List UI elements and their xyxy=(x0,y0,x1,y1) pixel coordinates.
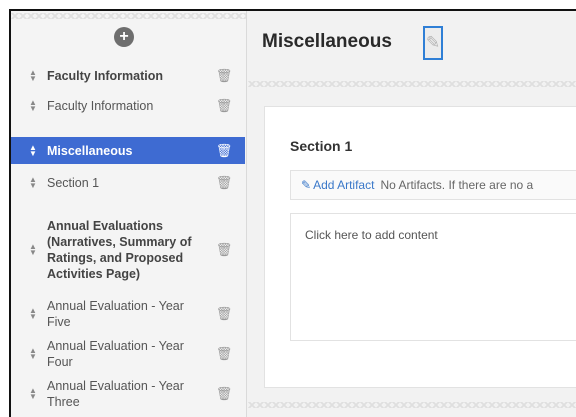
content-editor[interactable]: Click here to add content xyxy=(290,213,576,341)
sort-handle-icon[interactable]: ▲ ▼ xyxy=(23,347,43,361)
sort-handle-icon[interactable]: ▲ ▼ xyxy=(23,143,43,157)
trash-icon[interactable]: 🗑 xyxy=(209,175,239,191)
sort-handle-icon[interactable]: ▲ ▼ xyxy=(23,69,43,83)
sort-handle-icon[interactable]: ▲ ▼ xyxy=(23,387,43,401)
sidebar-item-label: Annual Evaluations (Narratives, Summary … xyxy=(47,219,192,281)
section-title: Section 1 xyxy=(290,138,353,154)
decorative-border xyxy=(11,13,246,19)
decorative-border xyxy=(248,402,576,408)
sidebar-item-annual-evaluation-year-five[interactable]: ▲ ▼ Annual Evaluation - Year Five 🗑 xyxy=(11,296,245,332)
trash-icon[interactable]: 🗑 xyxy=(209,386,239,402)
artifact-bar: ✎ Add Artifact No Artifacts. If there ar… xyxy=(290,170,576,200)
sort-handle-icon[interactable]: ▲ ▼ xyxy=(23,99,43,113)
sidebar-item-label: Faculty Information xyxy=(47,99,154,113)
sort-handle-icon[interactable]: ▲ ▼ xyxy=(23,176,43,190)
sidebar: + ▲ ▼ Faculty Information 🗑 ▲ ▼ Faculty In… xyxy=(11,11,247,417)
trash-icon[interactable]: 🗑 xyxy=(209,98,239,114)
section-card: Section 1 ✎ Add Artifact No Artifacts. I… xyxy=(264,106,576,388)
sort-handle-icon[interactable]: ▲ ▼ xyxy=(23,307,43,321)
app-frame: + ▲ ▼ Faculty Information 🗑 ▲ ▼ Faculty In… xyxy=(9,9,576,417)
sidebar-item-annual-evaluation-year-three[interactable]: ▲ ▼ Annual Evaluation - Year Three 🗑 xyxy=(11,376,245,412)
trash-icon[interactable]: 🗑 xyxy=(209,68,239,84)
sidebar-item-annual-evaluation-year-four[interactable]: ▲ ▼ Annual Evaluation - Year Four 🗑 xyxy=(11,336,245,372)
page-title: Miscellaneous xyxy=(262,31,392,52)
decorative-border xyxy=(248,81,576,87)
sidebar-item-label: Faculty Information xyxy=(47,69,163,83)
trash-icon[interactable]: 🗑 xyxy=(209,242,239,258)
no-artifacts-text: No Artifacts. If there are no a xyxy=(380,178,534,192)
trash-icon[interactable]: 🗑 xyxy=(209,306,239,322)
main-content: Miscellaneous ✎ Section 1 ✎ Add Artifact… xyxy=(248,11,576,417)
trash-icon[interactable]: 🗑 xyxy=(209,143,239,159)
sidebar-item-section-1[interactable]: ▲ ▼ Section 1 🗑 xyxy=(11,171,245,195)
sidebar-item-label: Annual Evaluation - Year Five xyxy=(47,299,184,329)
sidebar-item-faculty-information[interactable]: ▲ ▼ Faculty Information 🗑 xyxy=(11,94,245,118)
plus-circle-icon[interactable]: + xyxy=(114,27,134,47)
sidebar-header: + xyxy=(11,11,246,61)
add-artifact-link[interactable]: Add Artifact xyxy=(313,178,374,192)
sidebar-item-faculty-information-section[interactable]: ▲ ▼ Faculty Information 🗑 xyxy=(11,64,245,88)
sidebar-item-label: Annual Evaluation - Year Three xyxy=(47,379,184,409)
sidebar-item-label: Section 1 xyxy=(47,176,100,190)
sidebar-item-miscellaneous[interactable]: ▲ ▼ Miscellaneous 🗑 xyxy=(11,137,245,164)
trash-icon[interactable]: 🗑 xyxy=(209,346,239,362)
sidebar-item-annual-evaluations-section[interactable]: ▲ ▼ Annual Evaluations (Narratives, Summa… xyxy=(11,210,245,290)
sort-handle-icon[interactable]: ▲ ▼ xyxy=(23,243,43,257)
sidebar-item-label: Annual Evaluation - Year Four xyxy=(47,339,184,369)
paperclip-icon[interactable]: ✎ xyxy=(301,178,311,192)
edit-title-pencil-icon[interactable]: ✎ xyxy=(423,26,443,60)
sidebar-item-label: Miscellaneous xyxy=(47,143,133,158)
